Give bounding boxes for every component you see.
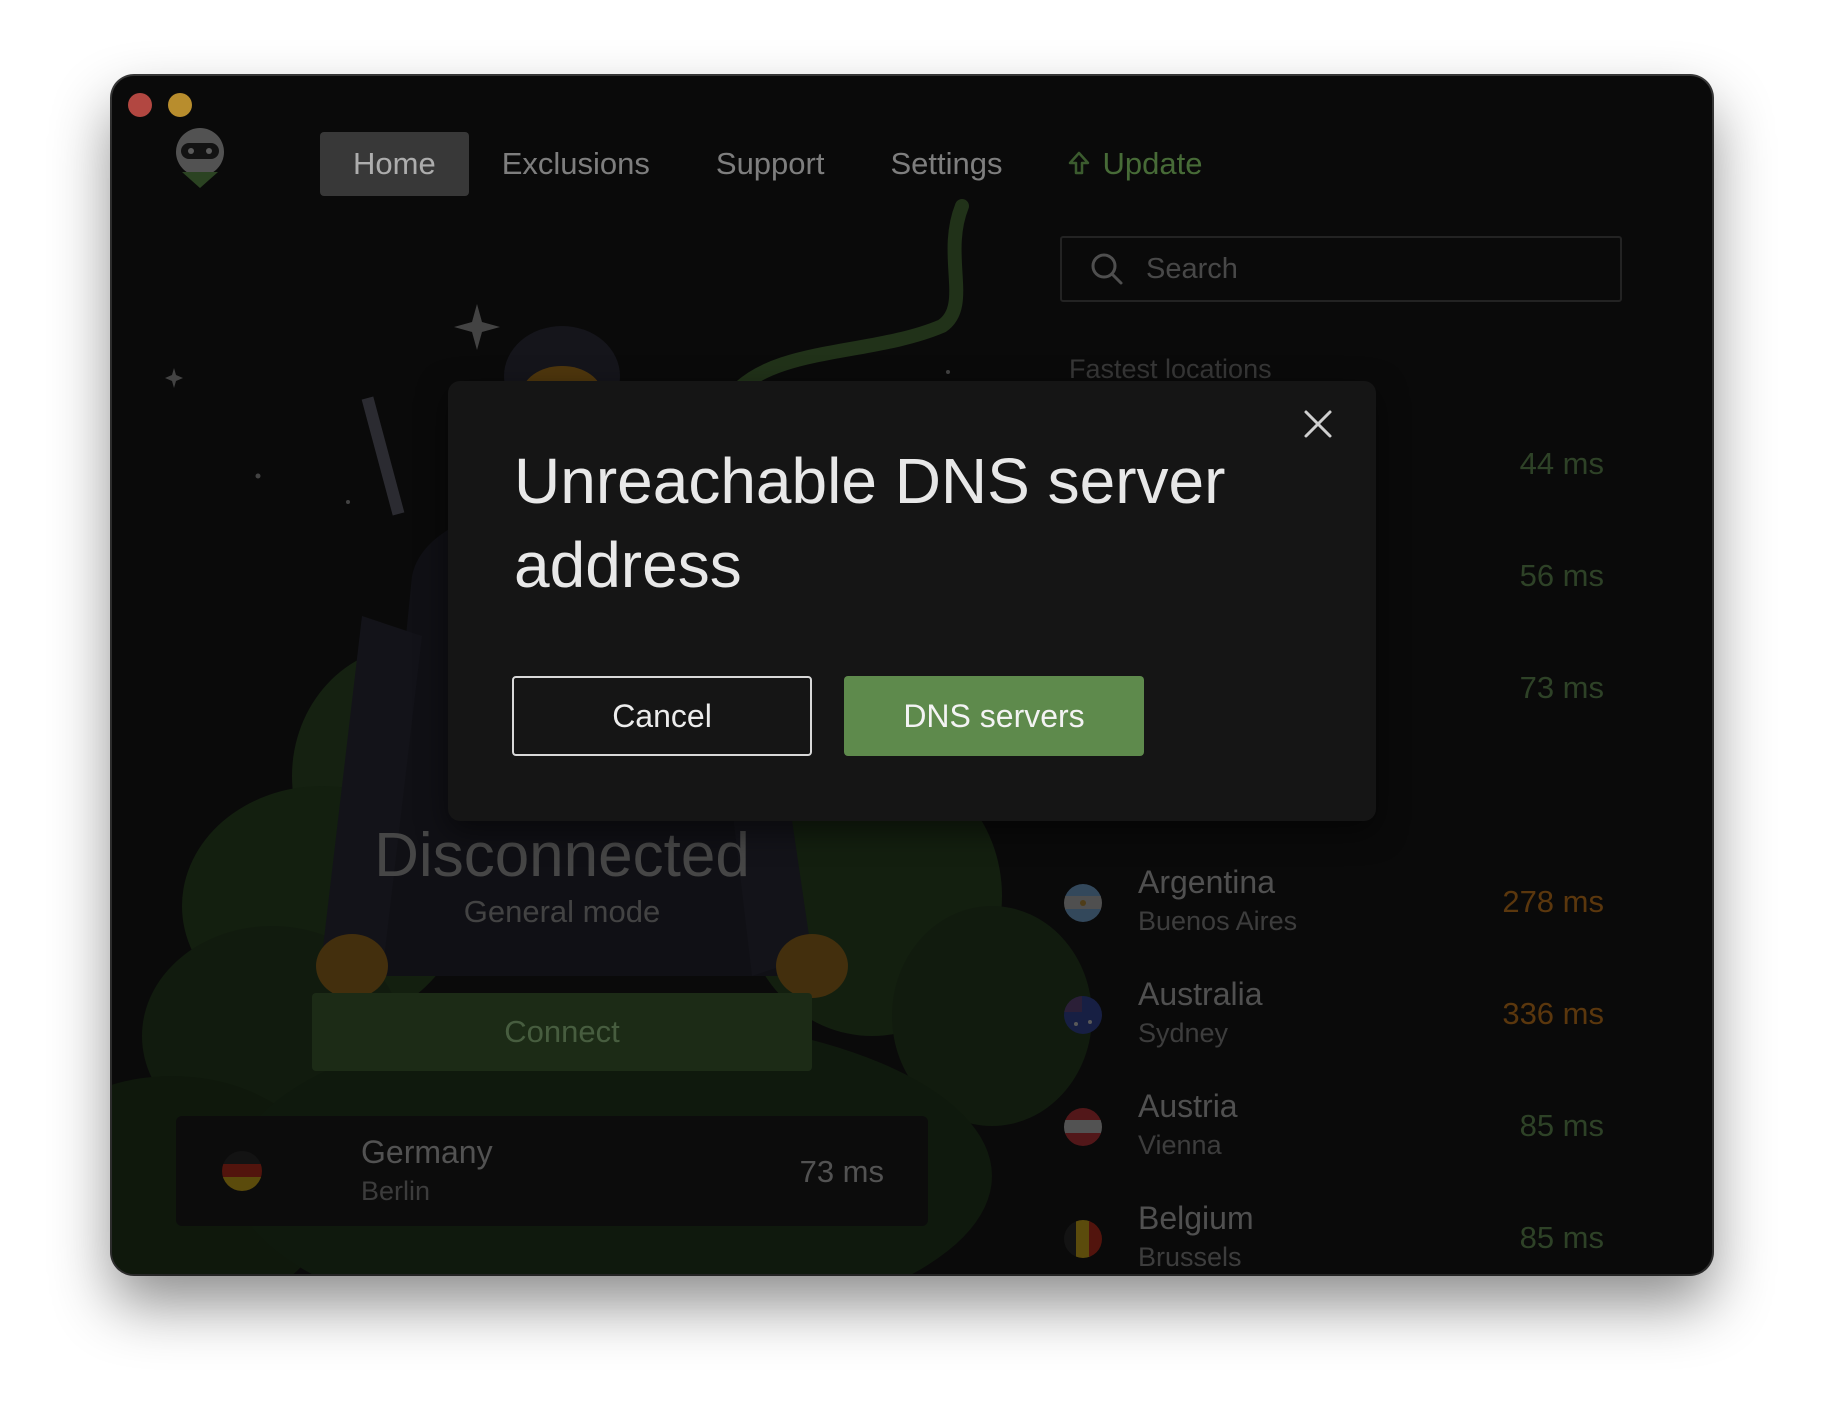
dns-error-dialog: Unreachable DNS server address Cancel DN… <box>448 381 1376 821</box>
dialog-title: Unreachable DNS server address <box>514 445 1226 601</box>
app-window: Home Exclusions Support Settings Update … <box>112 76 1712 1274</box>
cancel-button[interactable]: Cancel <box>512 676 812 756</box>
dns-servers-button[interactable]: DNS servers <box>844 676 1144 756</box>
close-icon[interactable] <box>1298 404 1338 444</box>
